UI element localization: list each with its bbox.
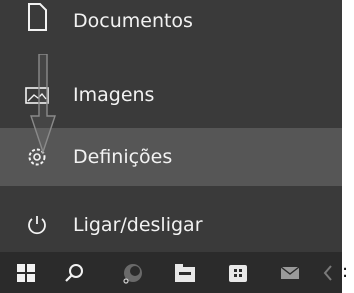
document-icon xyxy=(22,2,52,32)
menu-item-label: Imagens xyxy=(73,84,155,106)
windows-start-icon[interactable] xyxy=(8,252,44,293)
down-arrow-icon xyxy=(30,54,56,154)
menu-item-label: Documentos xyxy=(73,10,193,32)
file-explorer-icon[interactable] xyxy=(167,252,203,293)
taskbar xyxy=(0,252,342,293)
browser-icon[interactable] xyxy=(114,252,150,293)
start-menu-panel: Documentos Imagens Definições Ligar/desl… xyxy=(0,0,342,293)
power-icon xyxy=(22,210,52,240)
menu-item-ligar-desligar[interactable]: Ligar/desligar xyxy=(0,196,342,254)
search-icon[interactable] xyxy=(56,252,92,293)
menu-item-label: Ligar/desligar xyxy=(73,214,203,236)
menu-item-documentos[interactable]: Documentos xyxy=(0,0,342,52)
store-icon[interactable] xyxy=(220,252,256,293)
menu-item-label: Definições xyxy=(73,146,173,168)
trailing-colon: : xyxy=(342,261,349,282)
mail-icon[interactable] xyxy=(272,252,308,293)
partial-icon[interactable] xyxy=(314,252,342,293)
